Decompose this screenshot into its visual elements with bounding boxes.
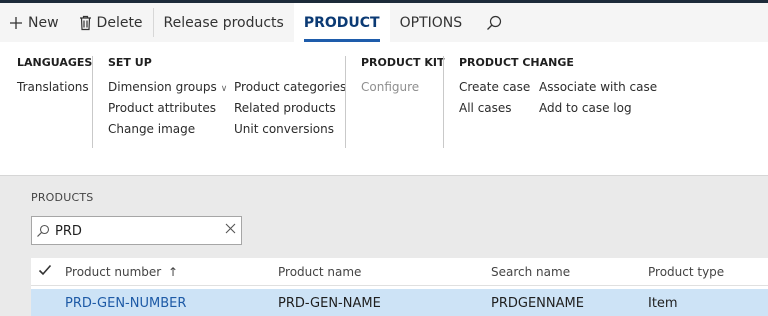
grid-header: Product number ↑ Product name Search nam…: [31, 258, 768, 286]
release-products-button[interactable]: Release products: [158, 3, 294, 42]
change-image-link[interactable]: Change image: [108, 122, 195, 136]
group-setup: SET UP: [108, 56, 152, 70]
associate-with-case-link[interactable]: Associate with case: [539, 80, 657, 94]
add-to-case-log-link[interactable]: Add to case log: [539, 101, 632, 115]
column-header-product-name[interactable]: Product name: [278, 265, 361, 279]
dimension-groups-link[interactable]: Dimension groups ∨: [108, 80, 227, 96]
column-header-search-name[interactable]: Search name: [491, 265, 570, 279]
search-value: PRD: [55, 224, 82, 239]
tab-options-label: OPTIONS: [399, 14, 463, 31]
product-categories-link[interactable]: Product categories: [234, 80, 346, 94]
column-header-product-type[interactable]: Product type: [648, 265, 724, 279]
trash-icon: [79, 15, 92, 31]
tab-options[interactable]: OPTIONS: [390, 3, 473, 42]
products-grid: Product number ↑ Product name Search nam…: [31, 258, 768, 316]
delete-button[interactable]: Delete: [73, 3, 149, 42]
tab-product-label: PRODUCT: [303, 14, 380, 31]
new-button[interactable]: New: [0, 3, 65, 42]
ribbon-separator: [443, 56, 444, 148]
group-product-change: PRODUCT CHANGE: [459, 56, 574, 70]
group-product-kit: PRODUCT KIT: [361, 56, 444, 70]
column-header-label: Product number: [65, 265, 162, 279]
product-number-link[interactable]: PRD-GEN-NUMBER: [65, 296, 186, 311]
table-row[interactable]: PRD-GEN-NUMBER PRD-GEN-NAME PRDGENNAME I…: [31, 289, 768, 316]
ribbon-separator: [345, 56, 346, 148]
group-setup-title: SET UP: [108, 56, 152, 69]
release-products-label: Release products: [163, 14, 284, 31]
related-products-link[interactable]: Related products: [234, 101, 336, 115]
all-cases-link[interactable]: All cases: [459, 101, 512, 115]
product-type-cell: Item: [648, 296, 678, 311]
group-languages: LANGUAGES: [17, 56, 92, 70]
create-case-link[interactable]: Create case: [459, 80, 530, 94]
dimension-groups-label: Dimension groups: [108, 80, 217, 94]
translations-link[interactable]: Translations: [17, 80, 89, 94]
column-header-product-number[interactable]: Product number ↑: [65, 265, 178, 279]
delete-label: Delete: [96, 14, 143, 31]
product-search-input[interactable]: PRD: [31, 216, 242, 245]
search-button[interactable]: [472, 3, 508, 42]
close-icon[interactable]: [225, 223, 236, 238]
new-label: New: [28, 14, 59, 31]
configure-link[interactable]: Configure: [361, 80, 419, 94]
search-icon: [36, 224, 50, 241]
group-product-kit-title: PRODUCT KIT: [361, 56, 445, 69]
ribbon-separator: [92, 56, 93, 148]
product-name-cell: PRD-GEN-NAME: [278, 296, 381, 311]
checkmark-icon[interactable]: [38, 264, 52, 280]
action-separator: [152, 8, 154, 37]
unit-conversions-link[interactable]: Unit conversions: [234, 122, 334, 136]
products-section-label: PRODUCTS: [31, 191, 94, 204]
plus-icon: [9, 16, 23, 30]
search-icon: [486, 15, 502, 31]
action-bar: New Delete Release products PRODUCT OPTI…: [0, 3, 768, 42]
tab-product[interactable]: PRODUCT: [293, 3, 390, 42]
product-attributes-link[interactable]: Product attributes: [108, 101, 216, 115]
group-languages-title: LANGUAGES: [17, 56, 93, 69]
ribbon-panel: LANGUAGES Translations SET UP Dimension …: [0, 42, 768, 176]
sort-up-icon: ↑: [168, 265, 179, 279]
chevron-down-icon: ∨: [220, 84, 228, 94]
search-name-cell: PRDGENNAME: [491, 296, 584, 311]
group-product-change-title: PRODUCT CHANGE: [459, 56, 574, 69]
